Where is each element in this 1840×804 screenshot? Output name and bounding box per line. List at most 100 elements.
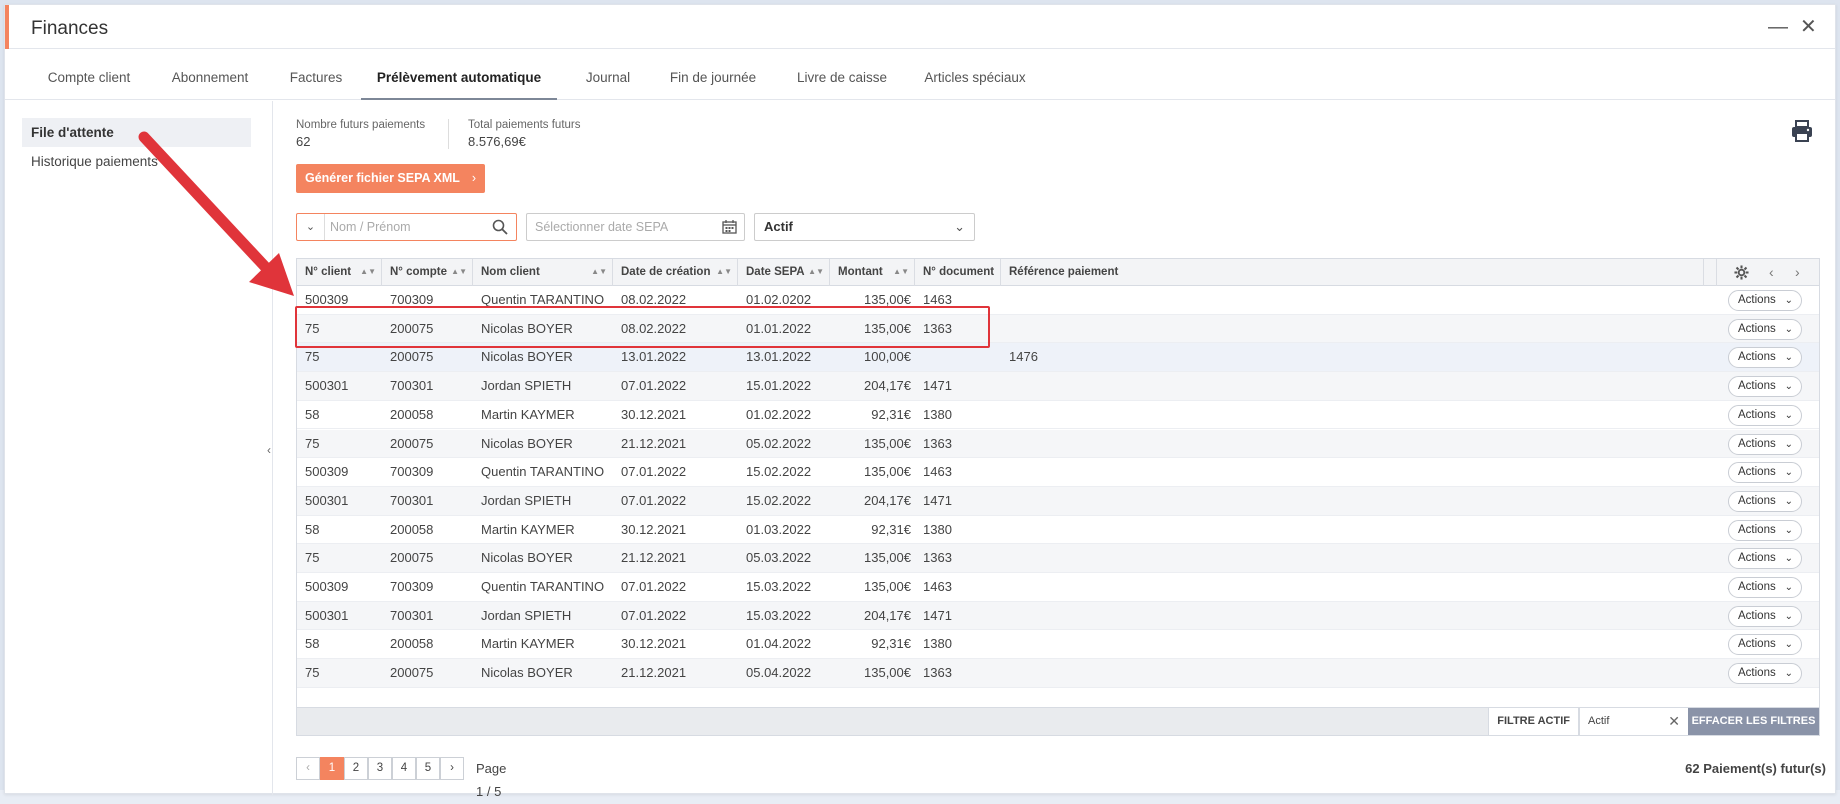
table-row[interactable]: 500301 700301 Jordan SPIETH 07.01.2022 15.01… — [297, 372, 1819, 401]
cell-account-number: 700309 — [390, 292, 434, 307]
column-header-account-number[interactable]: N° compte ▲▼ — [382, 259, 473, 286]
column-header-amount[interactable]: Montant ▲▼ — [830, 259, 915, 286]
table-row[interactable]: 75 200075 Nicolas BOYER 08.02.2022 01.01.202… — [297, 314, 1819, 344]
row-actions-button[interactable]: Actions ⌄ — [1728, 634, 1802, 656]
table-footer: FILTRE ACTIF Actif ✕ EFFACER LES FILTRES — [297, 707, 1819, 735]
cell-document-number: 1463 — [923, 292, 952, 307]
generate-sepa-button[interactable]: Générer fichier SEPA XML › — [296, 164, 485, 193]
page-button-5[interactable]: 5 — [416, 757, 440, 780]
scroll-right-icon[interactable]: › — [1795, 259, 1800, 285]
row-actions-button[interactable]: Actions ⌄ — [1728, 318, 1802, 340]
row-actions-button[interactable]: Actions ⌄ — [1728, 490, 1802, 512]
table-row[interactable]: 75 200075 Nicolas BOYER 21.12.2021 05.04.202… — [297, 659, 1819, 688]
cell-creation-date: 07.01.2022 — [621, 492, 687, 508]
close-icon[interactable]: ✕ — [1800, 15, 1817, 39]
page-button-3[interactable]: 3 — [368, 757, 392, 780]
printer-icon[interactable] — [1790, 119, 1814, 143]
minimize-icon[interactable]: — — [1768, 15, 1788, 39]
tab-journal[interactable]: Journal — [583, 50, 633, 100]
prev-page-icon[interactable]: ‹ — [296, 757, 320, 780]
tab-livre-de-caisse[interactable]: Livre de caisse — [795, 50, 889, 100]
cell-account-number: 700301 — [390, 492, 434, 508]
table-row[interactable]: 58 200058 Martin KAYMER 30.12.2021 01.04.202… — [297, 630, 1819, 660]
row-actions-button[interactable]: Actions ⌄ — [1728, 605, 1802, 627]
sepa-date-input[interactable] — [535, 218, 715, 236]
sidebar-item-file-attente[interactable]: File d'attente — [22, 118, 251, 147]
cell-account-number: 700309 — [390, 464, 434, 480]
column-header-sepa-date[interactable]: Date SEPA ▲▼ — [738, 259, 830, 286]
cell-client-number: 500301 — [305, 607, 349, 623]
page-button-1[interactable]: 1 — [320, 757, 344, 780]
row-actions-button[interactable]: Actions ⌄ — [1728, 433, 1802, 455]
gear-icon[interactable] — [1734, 265, 1749, 280]
cell-account-number: 700301 — [390, 607, 434, 623]
clear-filters-button[interactable]: EFFACER LES FILTRES — [1688, 708, 1819, 735]
sidebar-collapse-icon[interactable]: ‹ — [267, 443, 271, 457]
cell-document-number: 1380 — [923, 521, 952, 537]
remove-filter-icon[interactable]: ✕ — [1668, 708, 1680, 735]
chevron-down-icon: ⌄ — [1784, 467, 1793, 479]
row-actions-button[interactable]: Actions ⌄ — [1728, 663, 1802, 685]
table-row[interactable]: 500309 700309 Quentin TARANTINO 07.01.2022 1… — [297, 573, 1819, 602]
table-header-controls: ‹ › — [1716, 259, 1819, 286]
sidebar: File d'attente Historique paiements — [5, 101, 273, 795]
sort-icon: ▲▼ — [808, 267, 824, 276]
tab-prelevement-automatique[interactable]: Prélèvement automatique — [361, 50, 557, 100]
cell-client-number: 500301 — [305, 492, 349, 508]
calendar-icon[interactable] — [722, 220, 737, 234]
future-count-value: 62 — [296, 134, 311, 149]
cell-sepa-date: 01.02.2022 — [746, 406, 812, 422]
status-select[interactable]: Actif ⌄ — [754, 213, 975, 241]
page-button-4[interactable]: 4 — [392, 757, 416, 780]
row-actions-button[interactable]: Actions ⌄ — [1728, 376, 1802, 398]
sort-icon: ▲▼ — [451, 267, 467, 276]
sidebar-item-historique-paiements[interactable]: Historique paiements — [22, 147, 251, 176]
cell-creation-date: 13.01.2022 — [621, 349, 687, 365]
search-icon[interactable] — [492, 219, 508, 235]
table-row[interactable]: 75 200075 Nicolas BOYER 21.12.2021 05.03.202… — [297, 544, 1819, 573]
row-actions-label: Actions — [1738, 523, 1776, 536]
row-actions-button[interactable]: Actions ⌄ — [1728, 347, 1802, 369]
table-row[interactable]: 58 200058 Martin KAYMER 30.12.2021 01.03.202… — [297, 516, 1819, 545]
table-row[interactable]: 75 200075 Nicolas BOYER 21.12.2021 05.02.202… — [297, 429, 1819, 459]
row-actions-button[interactable]: Actions ⌄ — [1728, 462, 1802, 484]
cell-payment-reference: 1476 — [1009, 349, 1038, 365]
next-page-icon[interactable]: › — [440, 757, 464, 780]
tab-abonnement[interactable]: Abonnement — [168, 50, 252, 100]
row-actions-button[interactable]: Actions ⌄ — [1728, 290, 1802, 311]
row-actions-button[interactable]: Actions ⌄ — [1728, 404, 1802, 426]
cell-client-name: Nicolas BOYER — [481, 665, 573, 681]
table-row[interactable]: 500301 700301 Jordan SPIETH 07.01.2022 15.03… — [297, 601, 1819, 631]
column-header-payment-reference[interactable]: Référence paiement — [1001, 259, 1704, 286]
future-count-stat: Nombre futurs paiements 62 — [296, 119, 425, 149]
scroll-left-icon[interactable]: ‹ — [1769, 259, 1774, 285]
tab-fin-de-journee[interactable]: Fin de journée — [667, 50, 759, 100]
row-actions-button[interactable]: Actions ⌄ — [1728, 548, 1802, 570]
row-actions-button[interactable]: Actions ⌄ — [1728, 519, 1802, 541]
column-header-client-name[interactable]: Nom client ▲▼ — [473, 259, 613, 286]
cell-sepa-date: 05.04.2022 — [746, 665, 812, 681]
cell-sepa-date: 01.02.0202 — [746, 292, 812, 307]
column-header-document-number[interactable]: N° document — [915, 259, 1001, 286]
table-row[interactable]: 500301 700301 Jordan SPIETH 07.01.2022 15.02… — [297, 486, 1819, 516]
row-actions-label: Actions — [1738, 581, 1776, 593]
title-bar: Finances — ✕ — [5, 5, 1835, 49]
table-row[interactable]: 58 200058 Martin KAYMER 30.12.2021 01.02.202… — [297, 401, 1819, 430]
cell-account-number: 200058 — [390, 636, 434, 652]
tab-compte-client[interactable]: Compte client — [43, 50, 135, 100]
name-search-input[interactable] — [330, 218, 480, 236]
table-row[interactable]: 500309 700309 Quentin TARANTINO 07.01.2022 1… — [297, 458, 1819, 487]
column-header-creation-date[interactable]: Date de création ▲▼ — [613, 259, 738, 286]
column-header-client-number[interactable]: N° client ▲▼ — [297, 259, 382, 286]
table-row[interactable]: 75 200075 Nicolas BOYER 13.01.2022 13.01.202… — [297, 343, 1819, 373]
tab-factures[interactable]: Factures — [287, 50, 345, 100]
chevron-down-icon[interactable]: ⌄ — [297, 214, 325, 240]
row-actions-button[interactable]: Actions ⌄ — [1728, 577, 1802, 598]
table-row[interactable]: 500309 700309 Quentin TARANTINO 08.02.2022 0… — [297, 286, 1819, 315]
future-total-stat: Total paiements futurs 8.576,69€ — [468, 119, 581, 149]
page-button-2[interactable]: 2 — [344, 757, 368, 780]
tab-articles-speciaux[interactable]: Articles spéciaux — [923, 50, 1027, 100]
cell-amount: 135,00€ — [864, 292, 911, 307]
cell-document-number: 1380 — [923, 636, 952, 652]
cell-account-number: 200075 — [390, 320, 434, 336]
